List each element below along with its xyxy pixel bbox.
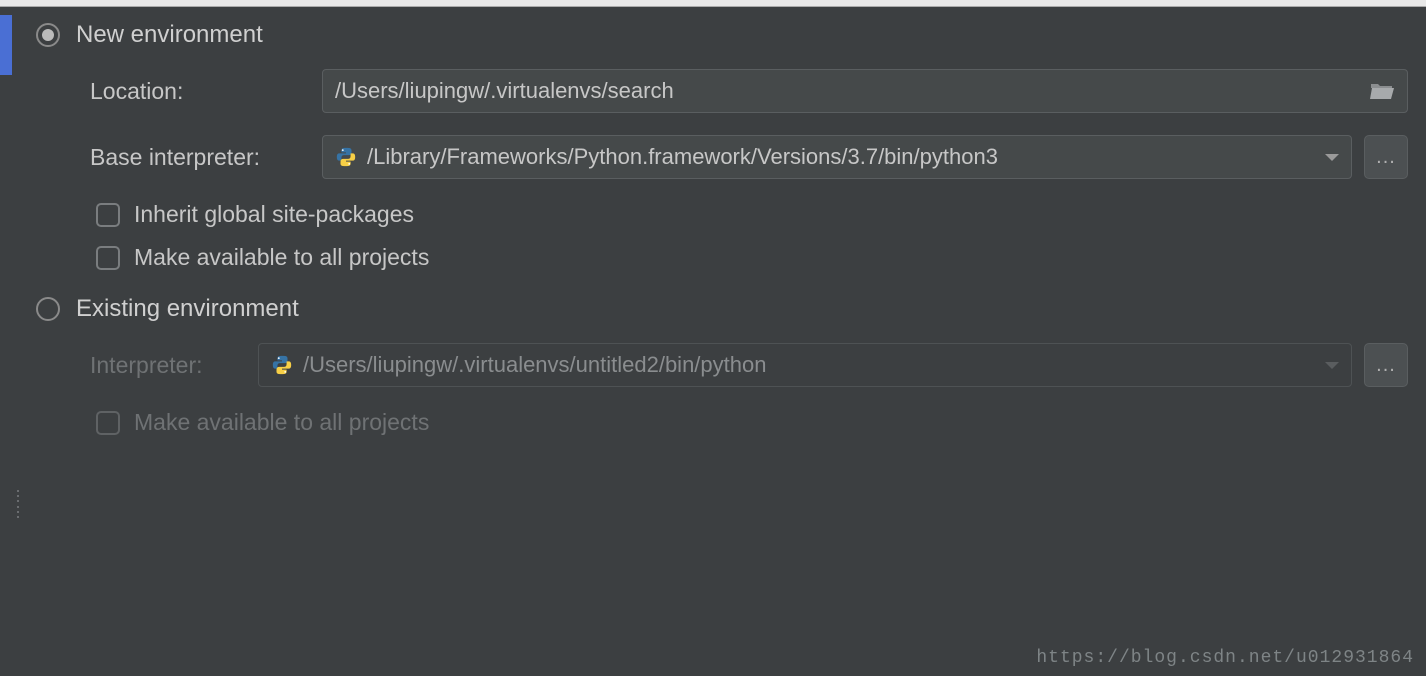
chevron-down-icon <box>1325 362 1339 369</box>
make-available-new-label: Make available to all projects <box>134 244 429 271</box>
interpreter-label: Interpreter: <box>90 352 258 379</box>
window-titlebar <box>0 0 1426 7</box>
python-icon <box>335 146 357 168</box>
inherit-global-row[interactable]: Inherit global site-packages <box>96 201 1408 228</box>
existing-environment-radio-row[interactable]: Existing environment <box>36 295 1408 323</box>
location-label: Location: <box>90 78 322 105</box>
inherit-global-label: Inherit global site-packages <box>134 201 414 228</box>
location-value: /Users/liupingw/.virtualenvs/search <box>335 78 1351 104</box>
chevron-down-icon <box>1325 154 1339 161</box>
new-environment-form: Location: /Users/liupingw/.virtualenvs/s… <box>90 69 1408 271</box>
watermark-text: https://blog.csdn.net/u012931864 <box>1036 648 1414 668</box>
interpreter-value: /Users/liupingw/.virtualenvs/untitled2/b… <box>303 352 1315 378</box>
checkbox-icon <box>96 246 120 270</box>
new-environment-label: New environment <box>76 21 263 49</box>
radio-icon <box>36 297 60 321</box>
browse-base-button[interactable]: ... <box>1364 135 1408 179</box>
browse-interpreter-button[interactable]: ... <box>1364 343 1408 387</box>
new-environment-radio-row[interactable]: New environment <box>36 21 1408 49</box>
location-row: Location: /Users/liupingw/.virtualenvs/s… <box>90 69 1408 113</box>
existing-environment-form: Interpreter: /Users/liupingw/.virtualenv… <box>90 343 1408 436</box>
drag-handle-icon[interactable] <box>17 490 23 518</box>
interpreter-select[interactable]: /Users/liupingw/.virtualenvs/untitled2/b… <box>258 343 1352 387</box>
base-interpreter-label: Base interpreter: <box>90 144 322 171</box>
existing-environment-label: Existing environment <box>76 295 299 323</box>
sidebar-active-tab[interactable] <box>0 15 12 75</box>
make-available-existing-row: Make available to all projects <box>96 409 1408 436</box>
python-icon <box>271 354 293 376</box>
dialog-content: New environment Location: /Users/liuping… <box>0 7 1426 436</box>
interpreter-row: Interpreter: /Users/liupingw/.virtualenv… <box>90 343 1408 387</box>
radio-icon <box>36 23 60 47</box>
checkbox-icon <box>96 203 120 227</box>
folder-open-icon[interactable] <box>1369 81 1395 101</box>
location-input[interactable]: /Users/liupingw/.virtualenvs/search <box>322 69 1408 113</box>
base-interpreter-select[interactable]: /Library/Frameworks/Python.framework/Ver… <box>322 135 1352 179</box>
base-interpreter-value: /Library/Frameworks/Python.framework/Ver… <box>367 144 1315 170</box>
checkbox-icon <box>96 411 120 435</box>
make-available-new-row[interactable]: Make available to all projects <box>96 244 1408 271</box>
base-interpreter-row: Base interpreter: /Library/Frameworks/Py… <box>90 135 1408 179</box>
make-available-existing-label: Make available to all projects <box>134 409 429 436</box>
